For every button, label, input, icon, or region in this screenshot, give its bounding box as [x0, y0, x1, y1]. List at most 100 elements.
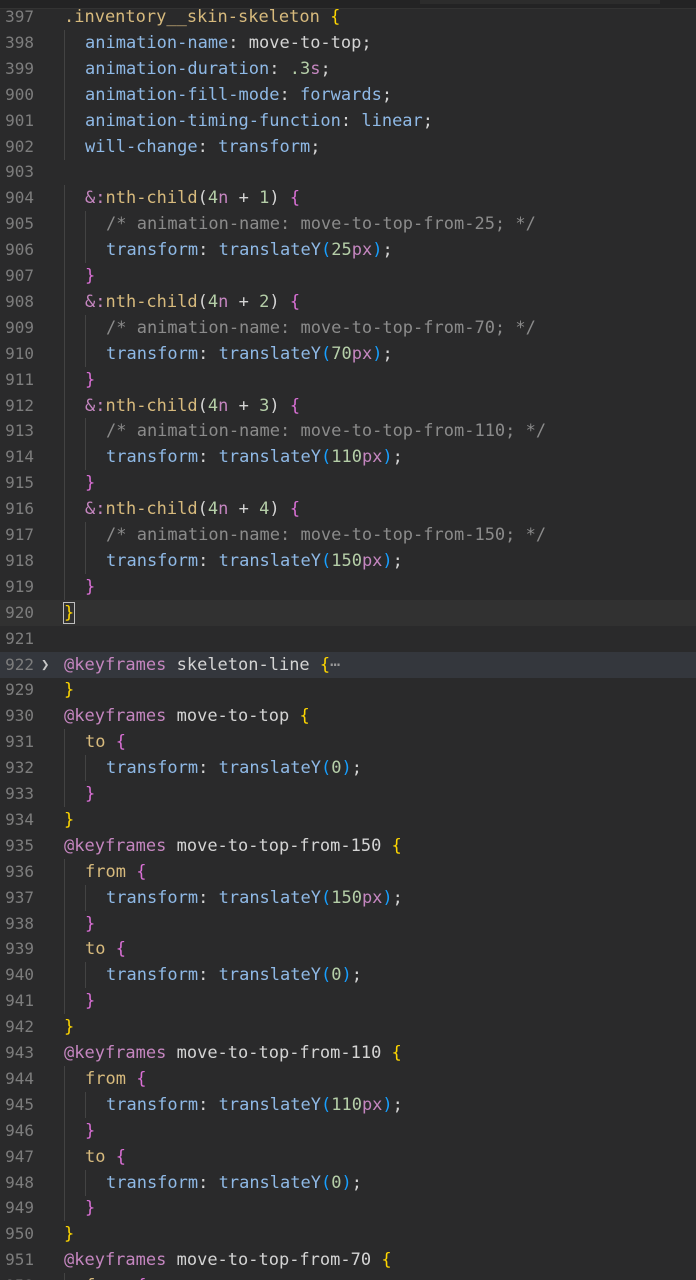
line-number: 904 — [5, 188, 34, 208]
code-line[interactable]: 914 transform: translateY(110px); — [0, 444, 696, 471]
token-num: 70 — [331, 343, 352, 364]
code-line[interactable]: 941} — [0, 988, 696, 1015]
code-line[interactable]: 901 animation-timing-function: linear; — [0, 107, 696, 134]
token-b3: ) — [382, 1094, 393, 1115]
code-text: } — [85, 574, 95, 600]
code-line[interactable]: 931 to { — [0, 729, 696, 756]
code-line[interactable]: 937 transform: translateY(150px); — [0, 884, 696, 911]
code-line[interactable]: 905 /* animation-name: move-to-top-from-2… — [0, 211, 696, 238]
token-fn: translateY — [218, 1172, 321, 1193]
indent-guide — [64, 1065, 65, 1092]
token-b1: } — [64, 1224, 75, 1245]
code-line[interactable]: 921 — [0, 626, 696, 652]
line-number: 397 — [5, 7, 34, 26]
line-number: 906 — [5, 240, 34, 260]
code-line[interactable]: 952 from { — [0, 1273, 696, 1280]
code-line[interactable]: 948 transform: translateY(0); — [0, 1169, 696, 1196]
code-line[interactable]: 935 @keyframes move-to-top-from-150 { — [0, 833, 696, 859]
indent-guide — [85, 1169, 86, 1196]
code-line[interactable]: 936 from { — [0, 858, 696, 885]
code-line[interactable]: 934} — [0, 807, 696, 833]
token-punct: ; — [351, 965, 362, 986]
code-line[interactable]: 902 will-change: transform; — [0, 133, 696, 160]
indent-guide — [64, 496, 65, 523]
code-line[interactable]: 938} — [0, 910, 696, 937]
token-b3: ) — [382, 887, 393, 908]
token-unit: px — [351, 240, 373, 261]
token-punct: : — [198, 887, 219, 908]
token-punct: ; — [310, 136, 321, 157]
code-text: transform: translateY(150px); — [106, 885, 403, 911]
code-line[interactable]: 908 &:nth-child(4n + 2) { — [0, 288, 696, 315]
code-line[interactable]: 933} — [0, 781, 696, 807]
code-line[interactable]: 949} — [0, 1195, 696, 1222]
code-line[interactable]: 947 to { — [0, 1143, 696, 1170]
code-line[interactable]: 944 from { — [0, 1065, 696, 1092]
code-line[interactable]: 909 /* animation-name: move-to-top-from-7… — [0, 314, 696, 341]
token-b2: } — [85, 1120, 96, 1141]
code-text: } — [85, 1118, 95, 1144]
code-line[interactable]: 910 transform: translateY(70px); — [0, 340, 696, 367]
token-punct: + — [228, 499, 260, 520]
indent-guide — [85, 522, 86, 548]
code-line[interactable]: 946} — [0, 1117, 696, 1144]
token-punct: ) — [269, 395, 290, 416]
code-line[interactable]: 919} — [0, 573, 696, 600]
code-line[interactable]: 398 animation-name: move-to-top; — [0, 29, 696, 56]
code-line[interactable]: 929} — [0, 677, 696, 703]
token-sel: .inventory__skin-skeleton — [64, 7, 331, 27]
code-line[interactable]: 906 transform: translateY(25px); — [0, 237, 696, 264]
token-prop: transform — [106, 758, 199, 779]
code-text: } — [85, 263, 95, 289]
indent-guide — [85, 314, 86, 341]
code-line[interactable]: 917 /* animation-name: move-to-top-from-1… — [0, 522, 696, 548]
code-line[interactable]: 911} — [0, 366, 696, 393]
token-punct: ( — [197, 499, 208, 520]
code-editor[interactable]: 397 .inventory__skin-skeleton {398 animati… — [0, 0, 696, 1280]
code-line[interactable]: 950} — [0, 1221, 696, 1247]
code-line[interactable]: 922 ❯ @keyframes skeleton-line {⋯ — [0, 651, 696, 678]
token-sel: from — [85, 861, 137, 882]
code-line[interactable]: 940 transform: translateY(0); — [0, 962, 696, 989]
code-line[interactable]: 932 transform: translateY(0); — [0, 755, 696, 782]
code-line[interactable]: 939 to { — [0, 936, 696, 963]
token-b2: { — [289, 395, 301, 416]
code-line[interactable]: 920} — [0, 599, 696, 626]
token-comment: /* animation-name: move-to-top-from-150;… — [106, 525, 547, 545]
indent-guide — [64, 884, 65, 911]
line-number: 919 — [5, 576, 34, 596]
code-text: transform: translateY(150px); — [106, 548, 403, 574]
line-number: 947 — [5, 1146, 34, 1166]
token-b3: ) — [382, 447, 393, 468]
code-text: animation-duration: .3s; — [85, 56, 331, 82]
token-punct: : — [198, 240, 219, 261]
code-line[interactable]: 930 @keyframes move-to-top { — [0, 703, 696, 729]
token-num: 150 — [331, 887, 362, 908]
code-line[interactable]: 916 &:nth-child(4n + 4) { — [0, 496, 696, 523]
token-num: 4 — [207, 395, 219, 416]
code-line[interactable]: 942} — [0, 1014, 696, 1040]
indent-guide — [64, 107, 65, 134]
code-line[interactable]: 900 animation-fill-mode: forwards; — [0, 81, 696, 108]
indent-guide — [64, 366, 65, 393]
code-line[interactable]: 915} — [0, 470, 696, 497]
code-line[interactable]: 918 transform: translateY(150px); — [0, 547, 696, 574]
token-val: move-to-top — [248, 32, 362, 53]
fold-chevron-icon[interactable]: ❯ — [41, 652, 53, 678]
line-number: 918 — [5, 550, 34, 570]
code-line[interactable]: 907} — [0, 263, 696, 289]
indent-guide — [64, 81, 65, 108]
code-line[interactable]: 913 /* animation-name: move-to-top-from-1… — [0, 418, 696, 445]
code-line[interactable]: 945 transform: translateY(110px); — [0, 1091, 696, 1118]
token-unit: n — [218, 499, 229, 520]
code-line[interactable]: 904 &:nth-child(4n + 1) { — [0, 185, 696, 212]
code-line[interactable]: 399 animation-duration: .3s; — [0, 55, 696, 82]
code-line[interactable]: 912 &:nth-child(4n + 3) { — [0, 392, 696, 419]
indent-guide — [64, 755, 65, 782]
code-text: } — [85, 367, 95, 393]
code-line[interactable]: 903 — [0, 159, 696, 185]
code-line[interactable]: 951 @keyframes move-to-top-from-70 { — [0, 1247, 696, 1273]
code-line[interactable]: 943 @keyframes move-to-top-from-110 { — [0, 1040, 696, 1066]
line-number: 916 — [5, 499, 34, 519]
code-line[interactable]: 397 .inventory__skin-skeleton { — [0, 4, 696, 30]
